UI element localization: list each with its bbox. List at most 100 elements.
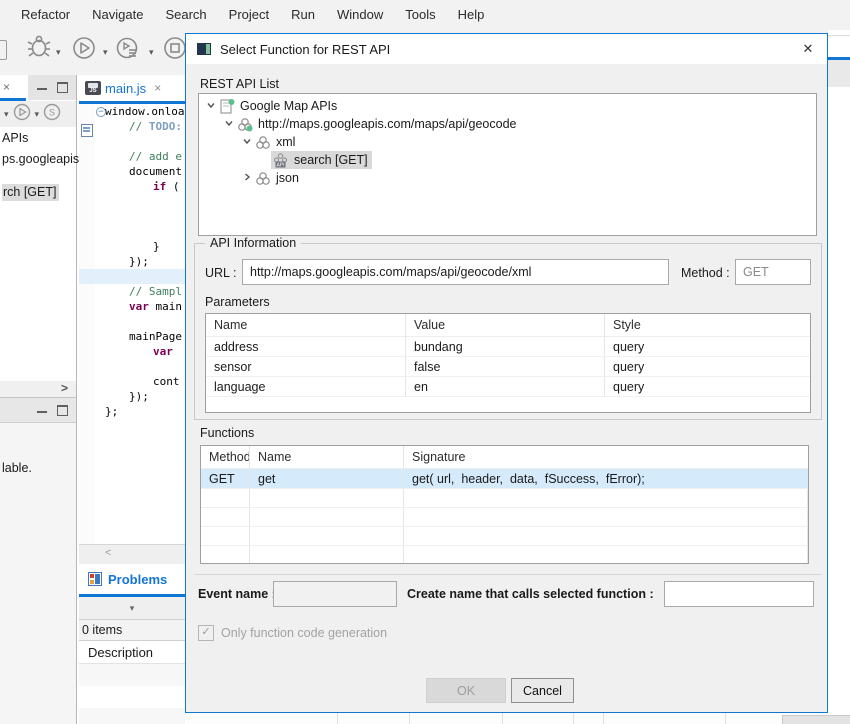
rest-api-tree[interactable]: Google Map APIs http://maps.googleapis.co… <box>198 93 817 236</box>
column-header[interactable]: Signature <box>404 446 808 469</box>
minimize-icon[interactable] <box>37 85 47 90</box>
horizontal-scrollbar[interactable]: < <box>79 544 185 565</box>
editor-tab-bar: JS main.js × <box>79 75 185 101</box>
tree-node[interactable]: json <box>199 169 816 187</box>
column-header[interactable]: Value <box>406 314 605 337</box>
tree-node-label: search [GET] <box>294 153 368 167</box>
table-row[interactable]: sensorfalsequery <box>206 357 810 377</box>
run-config-icon[interactable] <box>116 36 142 65</box>
problems-count: 0 items <box>79 619 185 641</box>
expand-right-icon[interactable]: > <box>61 381 68 395</box>
view-menu-icon[interactable]: ▾ <box>130 603 135 613</box>
menu-item-search[interactable]: Search <box>154 0 217 30</box>
s-badge-icon[interactable]: S <box>43 103 61 126</box>
tree-item-fragment[interactable]: APIs <box>2 131 28 145</box>
menu-item-refactor[interactable]: Refactor <box>10 0 81 30</box>
dropdown-icon[interactable]: ▾ <box>103 40 108 64</box>
dialog-title: Select Function for REST API <box>220 42 390 57</box>
menu-item-navigate[interactable]: Navigate <box>81 0 154 30</box>
rest-api-dialog: Select Function for REST API ✕ REST API … <box>185 33 828 713</box>
functions-label: Functions <box>200 426 254 440</box>
problems-tab-bar: Problems <box>79 564 185 594</box>
editor-gutter <box>79 104 95 544</box>
table-row[interactable] <box>79 686 185 708</box>
code-line <box>95 359 185 374</box>
parameters-table[interactable]: NameValueStyleaddressbundangquerysensorf… <box>205 313 811 413</box>
tree-node[interactable]: xml <box>199 133 816 151</box>
column-header[interactable]: Name <box>250 446 404 469</box>
chevron-down-icon[interactable] <box>205 99 217 113</box>
tree-node[interactable]: http://maps.googleapis.com/maps/api/geoc… <box>199 115 816 133</box>
description-column-header[interactable]: Description <box>79 642 185 664</box>
column-header[interactable]: Name <box>206 314 406 337</box>
dropdown-icon[interactable]: ▾ <box>4 102 9 126</box>
chevron-down-icon[interactable] <box>223 117 235 131</box>
code-text[interactable]: −window.onloa// TODO:// add edocumentif … <box>95 104 185 544</box>
dialog-icon <box>197 43 211 55</box>
tree-node[interactable]: APIsearch [GET] <box>199 151 816 169</box>
empty-table-row[interactable] <box>201 508 808 527</box>
column-header[interactable]: Method <box>201 446 250 469</box>
empty-table-row[interactable] <box>201 527 808 546</box>
chevron-right-icon[interactable] <box>241 171 253 185</box>
tree-node-label: http://maps.googleapis.com/maps/api/geoc… <box>258 117 517 131</box>
partial-toolbar-icon[interactable] <box>0 40 7 60</box>
maximize-icon[interactable] <box>57 405 68 416</box>
tree-item-fragment-selected[interactable]: rch [GET] <box>2 184 59 201</box>
minimize-icon[interactable] <box>37 408 47 413</box>
column-header[interactable]: Style <box>605 314 810 337</box>
tab-mainjs[interactable]: main.js <box>105 81 146 96</box>
table-row[interactable]: languageenquery <box>206 377 810 397</box>
left-panel-overflow-row: > <box>0 381 76 397</box>
event-name-input[interactable] <box>273 581 397 607</box>
menu-item-project[interactable]: Project <box>218 0 280 30</box>
ok-button[interactable]: OK <box>426 678 506 703</box>
maximize-icon[interactable] <box>57 82 68 93</box>
dropdown-icon[interactable]: ▾ <box>149 40 154 64</box>
functions-table[interactable]: MethodNameSignatureGETgetget( url, heade… <box>200 445 809 564</box>
task-marker-icon[interactable] <box>81 124 93 137</box>
method-input[interactable]: GET <box>735 259 811 285</box>
play-badge-icon[interactable] <box>13 103 31 126</box>
cancel-button[interactable]: Cancel <box>511 678 574 703</box>
table-row[interactable] <box>79 708 185 724</box>
empty-table-row[interactable] <box>201 489 808 508</box>
dropdown-icon[interactable]: ▾ <box>35 102 40 126</box>
menu-item-run[interactable]: Run <box>280 0 326 30</box>
menu-item-help[interactable]: Help <box>447 0 496 30</box>
tab-problems[interactable]: Problems <box>108 572 167 587</box>
table-row[interactable] <box>79 664 185 686</box>
close-tab-icon[interactable]: × <box>3 80 10 94</box>
table-row[interactable]: addressbundangquery <box>206 337 810 357</box>
checkbox-checked-icon[interactable]: ✓ <box>198 625 214 641</box>
create-name-input[interactable] <box>664 581 814 607</box>
close-tab-icon[interactable]: × <box>154 81 161 95</box>
tree-item-fragment[interactable]: ps.googleapis. <box>2 152 83 166</box>
table-cell: false <box>406 357 605 376</box>
run-icon[interactable] <box>72 36 96 65</box>
left-rest-api-tree[interactable]: APIs ps.googleapis. rch [GET] <box>0 127 76 381</box>
svg-text:S: S <box>49 107 55 117</box>
table-row[interactable]: GETgetget( url, header, data, fSuccess, … <box>201 469 808 489</box>
chevron-down-icon[interactable] <box>241 135 253 149</box>
fold-collapse-icon[interactable]: − <box>96 107 106 117</box>
url-label: URL : <box>205 266 237 280</box>
editor-body[interactable]: −window.onloa// TODO:// add edocumentif … <box>79 104 185 544</box>
table-cell: query <box>605 357 810 376</box>
code-line: mainPage <box>95 329 185 344</box>
ide-screen: RefactorNavigateSearchProjectRunWindowTo… <box>0 0 850 724</box>
scroll-left-icon[interactable]: < <box>105 547 111 559</box>
menu-item-tools[interactable]: Tools <box>394 0 446 30</box>
debug-icon[interactable] <box>27 34 51 65</box>
background-right-strip <box>828 30 850 724</box>
dialog-title-bar[interactable]: Select Function for REST API <box>186 34 827 64</box>
empty-table-row[interactable] <box>201 546 808 564</box>
tree-node[interactable]: Google Map APIs <box>199 97 816 115</box>
stop-icon[interactable] <box>163 36 187 65</box>
dropdown-icon[interactable]: ▾ <box>56 40 61 64</box>
code-line: var <box>95 344 185 359</box>
menu-item-window[interactable]: Window <box>326 0 394 30</box>
code-line: // Sampl <box>95 284 185 299</box>
close-icon[interactable]: ✕ <box>799 41 817 57</box>
url-input[interactable]: http://maps.googleapis.com/maps/api/geoc… <box>242 259 669 285</box>
